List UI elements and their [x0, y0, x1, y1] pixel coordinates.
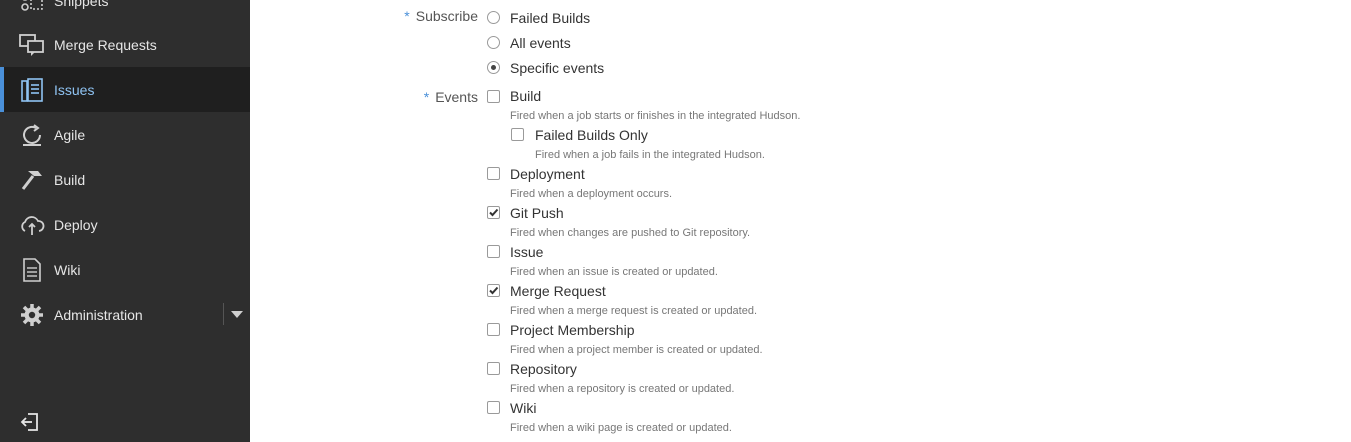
event-checkbox-repository[interactable] — [487, 362, 500, 375]
agile-icon — [19, 122, 45, 148]
merge-requests-icon — [19, 32, 45, 58]
sidebar-item-label: Build — [54, 171, 86, 188]
sidebar-item-label: Snippets — [54, 0, 109, 9]
event-checkbox-build[interactable] — [487, 90, 500, 103]
sidebar-item-administration[interactable]: Administration — [0, 292, 250, 337]
event-option-description: Fired when changes are pushed to Git rep… — [510, 227, 751, 239]
event-option-description: Fired when a job fails in the integrated… — [535, 149, 765, 161]
build-hammer-icon — [19, 167, 45, 193]
sidebar-item-agile[interactable]: Agile — [0, 112, 250, 157]
event-option-description: Fired when an issue is created or update… — [510, 266, 718, 278]
chevron-down-icon[interactable] — [230, 308, 244, 320]
event-option-description: Fired when a merge request is created or… — [510, 305, 758, 317]
subscribe-label: * Subscribe — [404, 8, 478, 24]
sidebar-item-issues[interactable]: Issues — [0, 67, 250, 112]
event-option-label: Deployment — [510, 166, 585, 182]
event-option-label: Repository — [510, 361, 577, 377]
sidebar-item-build[interactable]: Build — [0, 157, 250, 202]
sidebar-item-snippets[interactable]: Snippets — [0, 0, 250, 23]
active-indicator — [0, 67, 4, 112]
issues-icon — [19, 77, 45, 103]
subscribe-option-label: Specific events — [510, 60, 605, 76]
sidebar-item-label: Merge Requests — [54, 36, 157, 53]
sidebar-item-label: Deploy — [54, 216, 98, 233]
snippets-icon — [19, 0, 45, 14]
main-content: * Subscribe Failed Builds All events Spec… — [250, 0, 1351, 442]
subscribe-option-label: Failed Builds — [510, 10, 591, 26]
sidebar-item-wiki[interactable]: Wiki — [0, 247, 250, 292]
event-option-description: Fired when a job starts or finishes in t… — [510, 110, 801, 122]
gear-icon — [19, 302, 45, 328]
logout-icon[interactable] — [20, 412, 42, 434]
subscribe-radio-failed-builds[interactable] — [487, 11, 500, 24]
event-option-description: Fired when a project member is created o… — [510, 344, 763, 356]
sidebar: Snippets Merge Requests Issues Agile Bui… — [0, 0, 250, 442]
subscribe-option-label: All events — [510, 35, 571, 51]
events-label: * Events — [423, 89, 478, 105]
event-checkbox-merge-request[interactable] — [487, 284, 500, 297]
event-option-description: Fired when a wiki page is created or upd… — [510, 422, 732, 434]
event-option-label: Failed Builds Only — [535, 127, 648, 143]
event-option-description: Fired when a deployment occurs. — [510, 188, 673, 200]
sidebar-item-label: Wiki — [54, 261, 81, 278]
event-checkbox-git-push[interactable] — [487, 206, 500, 219]
sidebar-item-label: Agile — [54, 126, 86, 143]
event-checkbox-project-membership[interactable] — [487, 323, 500, 336]
checkmark-icon — [489, 286, 499, 295]
event-option-label: Wiki — [510, 400, 537, 416]
event-checkbox-issue[interactable] — [487, 245, 500, 258]
required-marker: * — [423, 89, 430, 105]
subscribe-radio-specific-events[interactable] — [487, 61, 500, 74]
required-marker: * — [404, 8, 410, 24]
divider — [223, 303, 224, 325]
sidebar-item-label: Administration — [54, 306, 143, 323]
event-option-description: Fired when a repository is created or up… — [510, 383, 735, 395]
event-option-label: Merge Request — [510, 283, 606, 299]
sidebar-item-label: Issues — [54, 81, 95, 98]
event-option-label: Build — [510, 88, 542, 104]
event-checkbox-deployment[interactable] — [487, 167, 500, 180]
event-checkbox-failed-builds-only[interactable] — [511, 128, 524, 141]
event-option-label: Issue — [510, 244, 544, 260]
sidebar-item-merge-requests[interactable]: Merge Requests — [0, 22, 250, 67]
event-checkbox-wiki[interactable] — [487, 401, 500, 414]
event-option-label: Project Membership — [510, 322, 635, 338]
wiki-document-icon — [19, 257, 45, 283]
event-option-label: Git Push — [510, 205, 564, 221]
subscribe-radio-all-events[interactable] — [487, 36, 500, 49]
sidebar-item-deploy[interactable]: Deploy — [0, 202, 250, 247]
deploy-cloud-icon — [19, 212, 45, 238]
checkmark-icon — [489, 208, 499, 217]
